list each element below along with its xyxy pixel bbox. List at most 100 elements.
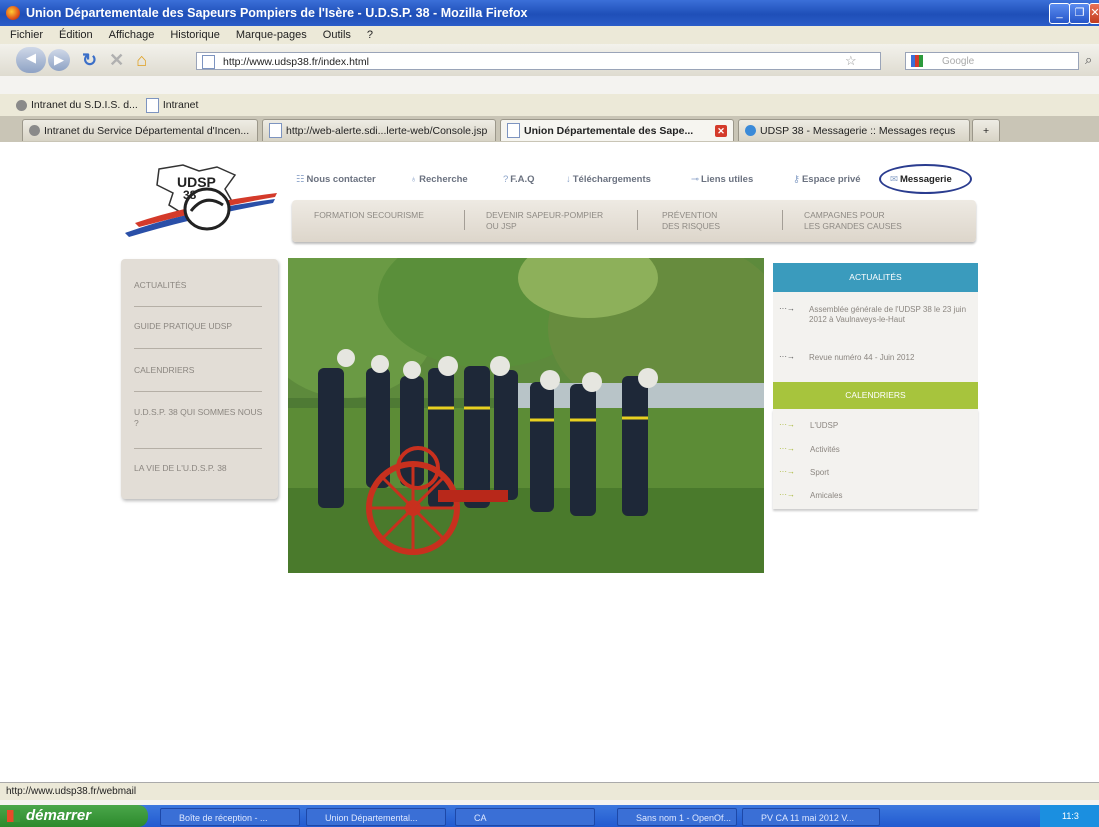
divider bbox=[134, 391, 262, 392]
taskbar-item[interactable]: PV CA 11 mai 2012 V... bbox=[742, 808, 880, 826]
bookmark-label: Intranet du S.D.I.S. d... bbox=[31, 99, 138, 111]
arrow-icon: ···→ bbox=[779, 420, 795, 429]
search-icon[interactable]: ⌕ bbox=[1085, 52, 1092, 68]
taskbar-item[interactable]: Union Départemental... bbox=[306, 808, 446, 826]
taskbar-item[interactable]: Sans nom 1 - OpenOf... bbox=[617, 808, 737, 826]
windows-logo-icon bbox=[7, 810, 20, 822]
submenu-line: FORMATION SECOURISME bbox=[314, 210, 424, 220]
window-title: Union Départementale des Sapeurs Pompier… bbox=[26, 6, 528, 20]
bookmark-intranet[interactable]: Intranet bbox=[145, 97, 198, 113]
firefighters-photo bbox=[288, 258, 764, 573]
left-menu-calendriers[interactable]: CALENDRIERS bbox=[134, 365, 264, 376]
nav-label: Espace privé bbox=[801, 174, 861, 185]
tab-label: Intranet du Service Départemental d'Ince… bbox=[44, 124, 250, 137]
tab-bar: Intranet du Service Départemental d'Ince… bbox=[0, 116, 1099, 142]
tab-label: http://web-alerte.sdi...lerte-web/Consol… bbox=[286, 124, 488, 137]
menu-affichage[interactable]: Affichage bbox=[109, 29, 155, 41]
nav-label: F.A.Q bbox=[510, 174, 535, 185]
arrow-icon: ···→ bbox=[779, 444, 795, 453]
left-menu-vie-udsp[interactable]: LA VIE DE L'U.D.S.P. 38 bbox=[134, 463, 264, 474]
calendriers-panel: ···→ L'UDSP ···→ Activités ···→ Sport ··… bbox=[773, 409, 978, 509]
calendriers-item[interactable]: L'UDSP bbox=[810, 421, 838, 431]
nav-label: Nous contacter bbox=[306, 174, 376, 185]
start-button[interactable]: démarrer bbox=[0, 805, 148, 827]
new-tab-button[interactable]: + bbox=[972, 119, 1000, 141]
taskbar-item[interactable]: CA bbox=[455, 808, 595, 826]
firefox-icon bbox=[6, 6, 20, 20]
tab-messagerie[interactable]: UDSP 38 - Messagerie :: Messages reçus bbox=[738, 119, 970, 141]
divider bbox=[464, 210, 465, 230]
key-icon: ⚷ bbox=[793, 174, 800, 185]
actualites-item[interactable]: Revue numéro 44 - Juin 2012 bbox=[809, 353, 969, 363]
arrow-icon: ···→ bbox=[779, 490, 795, 499]
submenu-formation-secourisme[interactable]: FORMATION SECOURISME bbox=[314, 210, 424, 221]
divider bbox=[637, 210, 638, 230]
left-menu-actualites[interactable]: ACTUALITÉS bbox=[134, 280, 264, 291]
nav-recherche[interactable]: ♁ Recherche bbox=[410, 174, 468, 185]
menu-help[interactable]: ? bbox=[367, 29, 373, 41]
udsp-logo[interactable]: UDSP 38 bbox=[125, 163, 280, 238]
reload-icon[interactable]: ↻ bbox=[82, 50, 97, 71]
forward-button[interactable]: ▶ bbox=[48, 49, 70, 71]
contact-icon: ☷ bbox=[296, 174, 305, 185]
search-input[interactable]: Google bbox=[905, 52, 1079, 70]
divider bbox=[782, 210, 783, 230]
submenu-prevention[interactable]: PRÉVENTION DES RISQUES bbox=[662, 210, 720, 232]
tab-web-alerte[interactable]: http://web-alerte.sdi...lerte-web/Consol… bbox=[262, 119, 496, 141]
menu-historique[interactable]: Historique bbox=[170, 29, 220, 41]
home-icon[interactable]: ⌂ bbox=[136, 50, 147, 71]
left-menu: ACTUALITÉS GUIDE PRATIQUE UDSP CALENDRIE… bbox=[121, 259, 278, 499]
submenu-line: DES RISQUES bbox=[662, 221, 721, 231]
close-button[interactable]: ✕ bbox=[1089, 3, 1099, 24]
submenu-devenir-sapeur-pompier[interactable]: DEVENIR SAPEUR-POMPIER OU JSP bbox=[486, 210, 603, 232]
back-button[interactable]: ◀ bbox=[16, 47, 46, 73]
stop-icon[interactable]: ✕ bbox=[109, 50, 124, 71]
nav-label: Téléchargements bbox=[572, 174, 651, 185]
nav-nous-contacter[interactable]: ☷ Nous contacter bbox=[296, 174, 376, 185]
left-menu-qui-sommes-nous[interactable]: U.D.S.P. 38 QUI SOMMES NOUS ? bbox=[134, 407, 264, 429]
tab-label: UDSP 38 - Messagerie :: Messages reçus bbox=[760, 124, 956, 137]
arrow-icon: ···→ bbox=[779, 304, 795, 313]
minimize-button[interactable]: _ bbox=[1049, 3, 1070, 24]
nav-faq[interactable]: ? F.A.Q bbox=[503, 174, 535, 185]
actualites-header[interactable]: ACTUALITÉS bbox=[773, 263, 978, 292]
submenu-campagnes[interactable]: CAMPAGNES POUR LES GRANDES CAUSES bbox=[804, 210, 902, 232]
divider bbox=[134, 448, 262, 449]
menu-marque-pages[interactable]: Marque-pages bbox=[236, 29, 307, 41]
url-input[interactable]: http://www.udsp38.fr/index.html bbox=[196, 52, 881, 70]
nav-espace-prive[interactable]: ⚷ Espace privé bbox=[793, 174, 861, 185]
nav-label: Liens utiles bbox=[700, 174, 754, 185]
submenu-line: LES GRANDES CAUSES bbox=[804, 221, 902, 231]
calendriers-item[interactable]: Amicales bbox=[810, 491, 842, 501]
tab-close-icon[interactable]: ✕ bbox=[715, 125, 727, 137]
bookmark-intranet-sdis[interactable]: Intranet du S.D.I.S. d... bbox=[16, 99, 138, 111]
submenu-line: DEVENIR SAPEUR-POMPIER bbox=[486, 210, 604, 220]
calendriers-item[interactable]: Sport bbox=[810, 468, 829, 478]
page-icon bbox=[145, 97, 159, 113]
calendriers-header[interactable]: CALENDRIERS bbox=[773, 382, 978, 409]
menu-edition[interactable]: Édition bbox=[59, 29, 93, 41]
taskbar-item[interactable]: Boîte de réception - ... bbox=[160, 808, 300, 826]
webmail-icon bbox=[745, 125, 756, 136]
google-icon[interactable] bbox=[911, 55, 923, 67]
divider bbox=[134, 306, 262, 307]
arrow-icon: ···→ bbox=[779, 467, 795, 476]
menu-bar: Fichier Édition Affichage Historique Mar… bbox=[0, 26, 1099, 44]
tab-intranet[interactable]: Intranet du Service Départemental d'Ince… bbox=[22, 119, 258, 141]
submenu-line: CAMPAGNES POUR bbox=[804, 210, 885, 220]
menu-outils[interactable]: Outils bbox=[323, 29, 351, 41]
clock: 11:3 bbox=[1040, 805, 1099, 827]
page-icon bbox=[507, 123, 520, 138]
maximize-button[interactable]: ❐ bbox=[1069, 3, 1090, 24]
nav-liens-utiles[interactable]: ⊸ Liens utiles bbox=[691, 174, 753, 185]
left-menu-guide-pratique[interactable]: GUIDE PRATIQUE UDSP bbox=[134, 321, 264, 332]
bookmark-star-icon[interactable]: ☆ bbox=[845, 53, 857, 69]
link-icon: ⊸ bbox=[691, 174, 699, 185]
status-bar: http://www.udsp38.fr/webmail bbox=[0, 782, 1099, 800]
submenu-line: OU JSP bbox=[486, 221, 517, 231]
nav-telechargements[interactable]: ↓ Téléchargements bbox=[566, 174, 651, 185]
tab-udsp[interactable]: Union Départementale des Sape... ✕ bbox=[500, 119, 734, 141]
actualites-item[interactable]: Assemblée générale de l'UDSP 38 le 23 ju… bbox=[809, 305, 969, 325]
calendriers-item[interactable]: Activités bbox=[810, 445, 840, 455]
menu-fichier[interactable]: Fichier bbox=[10, 29, 43, 41]
